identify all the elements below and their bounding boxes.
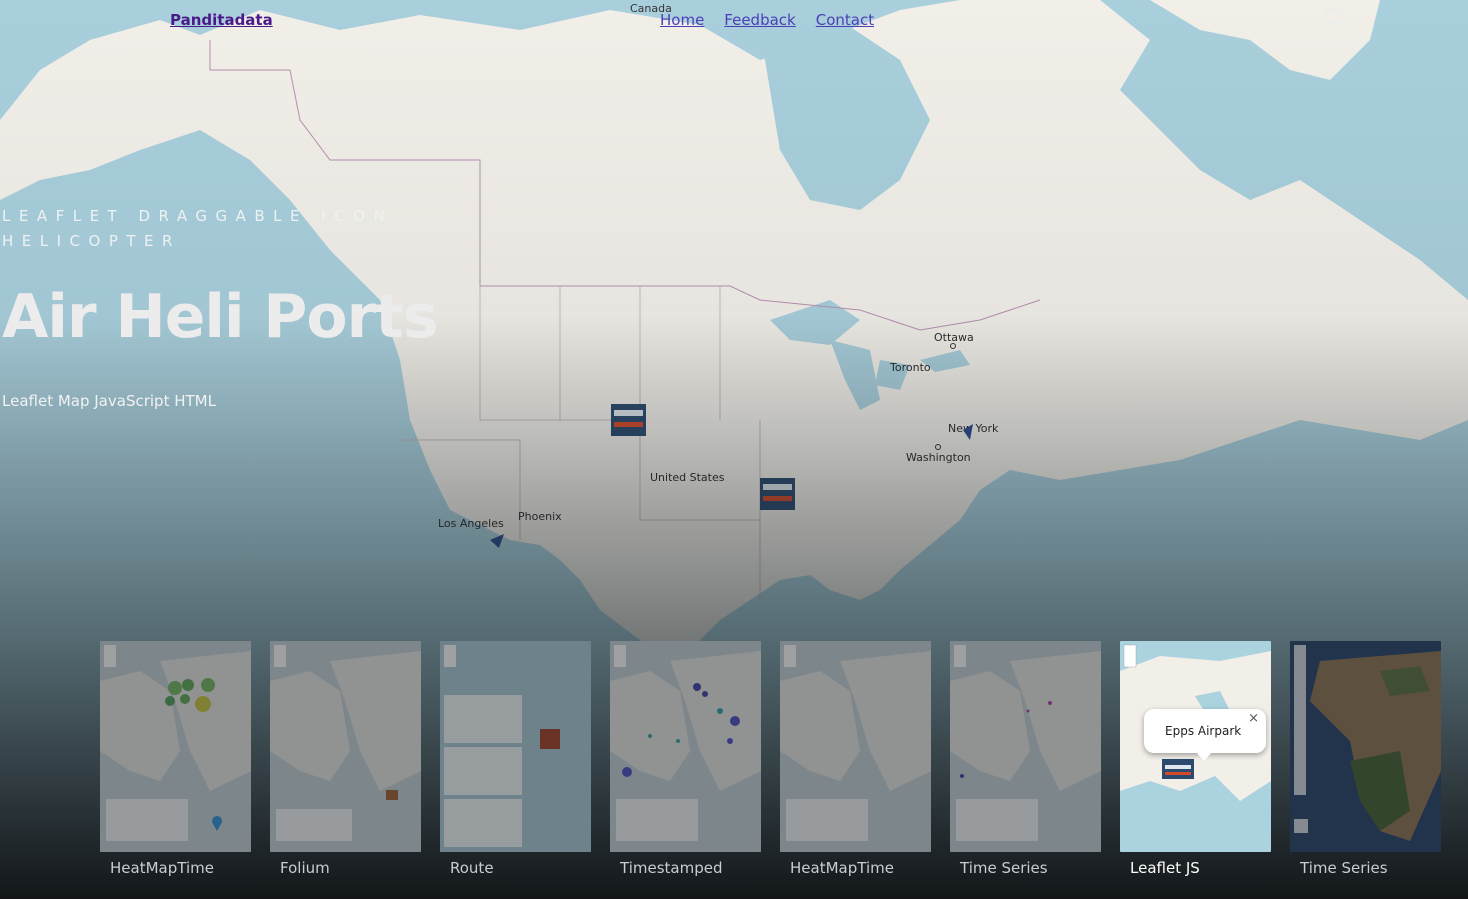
heliport-marker[interactable] (611, 404, 646, 436)
map-label-united-states: United States (650, 471, 725, 484)
gallery-label[interactable]: Leaflet JS (1130, 859, 1200, 877)
marker-popup: Epps Airpark × (1144, 709, 1266, 761)
gallery-thumb-leaflet-js[interactable]: Epps Airpark × (1120, 641, 1271, 852)
hero-subtitle: Leaflet Map JavaScript HTML (2, 392, 216, 410)
gallery-label[interactable]: HeatMapTime (110, 859, 214, 877)
gallery-label[interactable]: Folium (280, 859, 330, 877)
brand-link[interactable]: Panditadata (170, 11, 273, 29)
gallery-label[interactable]: Time Series (1300, 859, 1388, 877)
main-nav: Home Feedback Contact (660, 11, 874, 29)
map-label-toronto: Toronto (889, 361, 931, 374)
nav-home-link[interactable]: Home (660, 11, 704, 29)
close-icon[interactable]: × (1248, 711, 1259, 726)
gallery-thumb-folium[interactable] (270, 641, 421, 852)
gallery-label[interactable]: HeatMapTime (790, 859, 894, 877)
map-label-ottawa: Ottawa (934, 331, 974, 344)
gallery-thumb-route[interactable] (440, 641, 591, 852)
nav-contact-link[interactable]: Contact (816, 11, 874, 29)
map-label-los-angeles: Los Angeles (438, 517, 504, 530)
gallery-thumb-time-series[interactable] (950, 641, 1101, 852)
nav-feedback-link[interactable]: Feedback (724, 11, 795, 29)
map-label-phoenix: Phoenix (518, 510, 562, 523)
gallery-thumb-timestamped[interactable] (610, 641, 761, 852)
map-label-new-york: New York (948, 422, 999, 435)
search-icon[interactable] (1322, 6, 1346, 30)
gallery-label[interactable]: Time Series (960, 859, 1048, 877)
gallery-thumb-time-series-satellite[interactable] (1290, 641, 1441, 852)
map-label-washington: Washington (906, 451, 971, 464)
hero-title: Air Heli Ports (2, 282, 439, 352)
gallery-label[interactable]: Timestamped (620, 859, 722, 877)
gallery-thumb-heatmaptime-2[interactable] (780, 641, 931, 852)
gallery-label[interactable]: Route (450, 859, 494, 877)
popup-text: Epps Airpark (1165, 724, 1242, 738)
gallery-thumb-heatmaptime[interactable] (100, 641, 251, 852)
heliport-marker[interactable] (760, 478, 795, 510)
hero-eyebrow: LEAFLET DRAGGABLE ICON HELICOPTER (2, 207, 394, 250)
